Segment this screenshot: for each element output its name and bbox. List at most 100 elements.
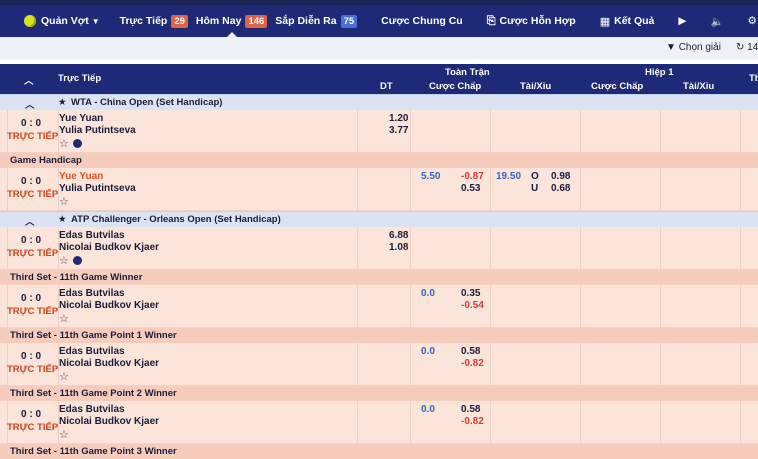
column-divider xyxy=(490,168,491,210)
favorite-star-icon[interactable]: ☆ xyxy=(59,312,69,325)
live-label: TRỰC TIẾP xyxy=(7,131,59,142)
live-stream-icon[interactable] xyxy=(73,256,82,265)
odds-home[interactable]: 6.88 xyxy=(389,230,408,241)
favorite-star-icon[interactable]: ☆ xyxy=(59,254,69,267)
column-divider xyxy=(660,343,661,385)
market-name: Third Set - 11th Game Point 2 Winner xyxy=(10,388,177,399)
league-name: WTA - China Open (Set Handicap) xyxy=(71,97,223,108)
video-button[interactable]: ▶ xyxy=(674,5,690,37)
tab-parlay-label: Cược Hỗn Hợp xyxy=(499,15,576,27)
over-odds[interactable]: 0.98 xyxy=(551,171,570,182)
col-handicap-header: Cược Chấp xyxy=(429,81,482,92)
handicap-odds-home[interactable]: 0.58 xyxy=(461,346,480,357)
favorite-league-icon[interactable]: ★ xyxy=(58,214,67,225)
home-team[interactable]: Edas Butvilas xyxy=(59,288,125,299)
column-divider xyxy=(490,285,491,327)
sport-selector[interactable]: Quản Vợt ▼ xyxy=(0,15,100,27)
column-divider xyxy=(740,168,741,210)
league-header[interactable]: ︿ ★ ATP Challenger - Orleans Open (Set Han… xyxy=(0,211,758,228)
collapse-league-icon[interactable]: ︿ xyxy=(25,97,35,111)
handicap-odds-home[interactable]: -0.87 xyxy=(461,171,484,182)
home-team[interactable]: Yue Yuan xyxy=(59,171,103,182)
odds-away[interactable]: 1.08 xyxy=(389,242,408,253)
column-divider xyxy=(740,110,741,152)
sport-label: Quản Vợt xyxy=(41,15,89,27)
tab-upcoming[interactable]: Sắp Diễn Ra 75 xyxy=(271,5,361,37)
gear-icon: ⚙ xyxy=(747,15,757,27)
match-score: 0 : 0 xyxy=(21,235,42,246)
live-label: TRỰC TIẾP xyxy=(7,189,59,200)
column-divider xyxy=(490,110,491,152)
handicap-odds-home[interactable]: 0.58 xyxy=(461,404,480,415)
match-row: 0 : 0 TRỰC TIẾP Edas Butvilas Nicolai Budko… xyxy=(0,227,758,270)
league-filter-button[interactable]: ▼ Chọn giải xyxy=(666,42,721,53)
first-half-header: Hiệp 1 xyxy=(645,67,674,78)
odds-home[interactable]: 1.20 xyxy=(389,113,408,124)
away-team[interactable]: Nicolai Budkov Kjaer xyxy=(59,416,159,427)
column-divider xyxy=(357,110,358,152)
under-odds[interactable]: 0.68 xyxy=(551,183,570,194)
column-divider xyxy=(410,401,411,443)
odds-away[interactable]: 3.77 xyxy=(389,125,408,136)
column-divider xyxy=(740,227,741,269)
column-divider xyxy=(660,110,661,152)
home-team[interactable]: Edas Butvilas xyxy=(59,346,125,357)
tab-results-label: Kết Quả xyxy=(614,15,655,27)
column-divider xyxy=(357,227,358,269)
live-label: TRỰC TIẾP xyxy=(7,364,59,375)
col-h1-over-under-header: Tài/Xỉu xyxy=(683,81,715,92)
tab-live[interactable]: Trực Tiếp 29 xyxy=(116,5,192,37)
favorite-league-icon[interactable]: ★ xyxy=(58,97,67,108)
favorite-star-icon[interactable]: ☆ xyxy=(59,195,69,208)
away-team[interactable]: Nicolai Budkov Kjaer xyxy=(59,300,159,311)
match-row: 0 : 0 TRỰC TIẾP Edas Butvilas Nicolai Budko… xyxy=(0,343,758,386)
video-icon: ▶ xyxy=(678,15,687,27)
speaker-icon: 🔈 xyxy=(710,15,724,28)
favorite-star-icon[interactable]: ☆ xyxy=(59,428,69,441)
handicap-odds-away[interactable]: -0.54 xyxy=(461,300,484,311)
market-subheader: Third Set - 11th Game Point 2 Winner xyxy=(0,386,758,401)
market-subheader: Third Set - 11th Game Point 3 Winner xyxy=(0,444,758,459)
match-row: 0 : 0 TRỰC TIẾP Edas Butvilas Nicolai Budko… xyxy=(0,285,758,328)
handicap-line: 5.50 xyxy=(421,171,441,182)
column-divider xyxy=(660,168,661,210)
league-header[interactable]: ︿ ★ WTA - China Open (Set Handicap) xyxy=(0,94,758,111)
collapse-league-icon[interactable]: ︿ xyxy=(25,214,35,228)
column-divider xyxy=(580,285,581,327)
tab-today[interactable]: Hôm Nay 146 xyxy=(192,5,271,37)
handicap-line: 0.0 xyxy=(421,404,435,415)
favorite-star-icon[interactable]: ☆ xyxy=(59,370,69,383)
home-team[interactable]: Edas Butvilas xyxy=(59,404,125,415)
handicap-odds-away[interactable]: -0.82 xyxy=(461,416,484,427)
results-chart-icon: ▦ xyxy=(599,15,611,28)
column-divider xyxy=(410,285,411,327)
over-label: O xyxy=(531,171,539,182)
away-team[interactable]: Yulia Putintseva xyxy=(59,125,136,136)
away-team[interactable]: Nicolai Budkov Kjaer xyxy=(59,242,159,253)
settings-button[interactable]: ⚙▼ xyxy=(744,5,758,37)
home-team[interactable]: Edas Butvilas xyxy=(59,230,125,241)
filter-bar: ▼ Chọn giải ↻ 14 xyxy=(0,37,758,59)
league-filter-label: Chọn giải xyxy=(678,42,721,53)
refresh-button[interactable]: ↻ 14 xyxy=(736,42,758,53)
tab-results[interactable]: ▦ Kết Quả xyxy=(596,5,659,37)
away-team[interactable]: Nicolai Budkov Kjaer xyxy=(59,358,159,369)
tab-live-label: Trực Tiếp xyxy=(119,15,168,27)
handicap-odds-home[interactable]: 0.35 xyxy=(461,288,480,299)
handicap-odds-away[interactable]: -0.82 xyxy=(461,358,484,369)
live-stream-icon[interactable] xyxy=(73,139,82,148)
collapse-all-icon[interactable]: ︿ xyxy=(24,73,34,87)
tab-parlay[interactable]: ⎘ Cược Hỗn Hợp xyxy=(483,5,580,37)
handicap-line: 0.0 xyxy=(421,288,435,299)
favorite-star-icon[interactable]: ☆ xyxy=(59,137,69,150)
tab-outright[interactable]: Cược Chung Cu xyxy=(377,5,467,37)
home-team[interactable]: Yue Yuan xyxy=(59,113,103,124)
column-divider xyxy=(357,401,358,443)
match-score: 0 : 0 xyxy=(21,351,42,362)
match-row: 0 : 0 TRỰC TIẾP Yue Yuan Yulia Putintseva ☆ 1… xyxy=(0,110,758,153)
handicap-odds-away[interactable]: 0.53 xyxy=(461,183,480,194)
column-divider xyxy=(740,285,741,327)
sound-button[interactable]: 🔈 xyxy=(706,5,727,37)
column-divider xyxy=(660,227,661,269)
away-team[interactable]: Yulia Putintseva xyxy=(59,183,136,194)
